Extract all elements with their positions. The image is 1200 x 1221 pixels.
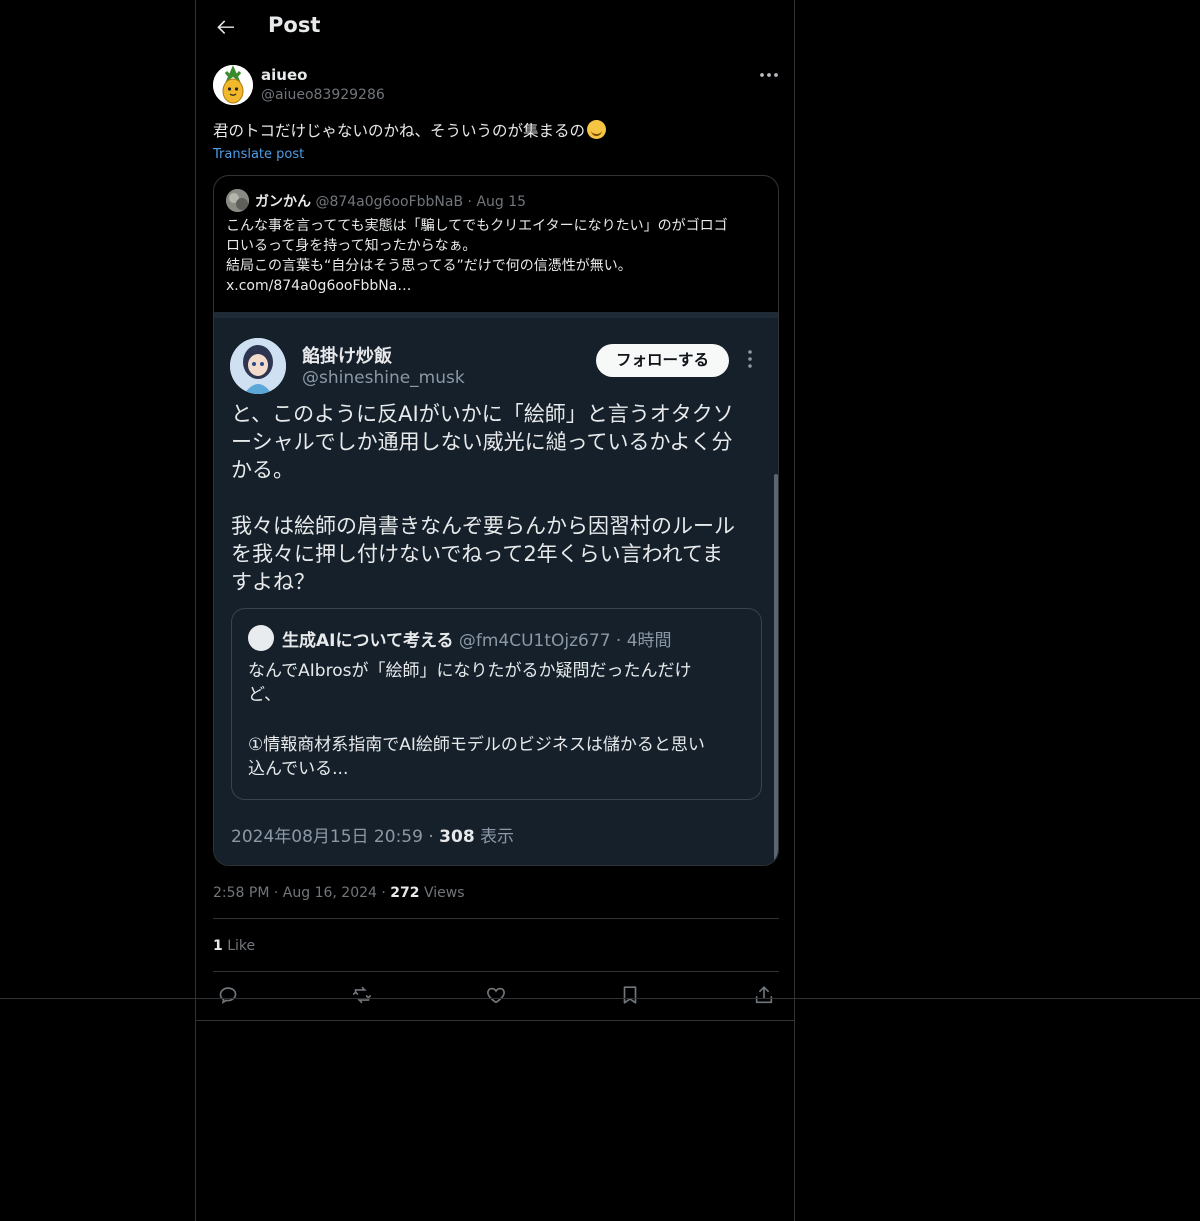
reply-button[interactable] [217,984,241,1008]
page-title: Post [268,13,321,37]
quoted-author-avatar[interactable] [226,189,249,212]
meta-separator: · [273,885,279,901]
inner-quote-line: なんでAIbrosが「絵師」になりたがるか疑問だったんだけ [248,661,692,681]
quoted-text-line: ロいるって身を持って知ったからなぁ。 [226,238,477,254]
arrow-left-icon [217,20,234,34]
divider [213,971,779,972]
screenshot-author-handle: @shineshine_musk [302,368,465,388]
bookmark-icon [623,986,637,1004]
pineapple-avatar-icon [213,65,253,105]
more-horizontal-icon [760,73,778,77]
screenshot-datetime: 2024年08月15日 20:59 [231,827,423,847]
anime-avatar-icon [230,338,286,394]
inner-quote-meta: 生成AIについて考える @fm4CU1tOjz677 · 4時間 [282,626,672,651]
quoted-post-text: こんな事を言ってても実態は「騙してでもクリエイターになりたい」のがゴロゴ ロいる… [226,216,768,296]
views-label: Views [423,885,465,901]
page-header: Post [196,0,794,54]
share-icon [755,986,773,1004]
inner-quote-author-name: 生成AIについて考える [282,631,454,651]
meta-separator: · [428,827,434,847]
face-with-hand-over-mouth-emoji-icon [587,120,607,139]
translate-post-link[interactable]: Translate post [213,147,304,162]
author-handle[interactable]: @aiueo83929286 [261,87,385,103]
like-button[interactable] [485,984,509,1008]
inner-quote-handle: @fm4CU1tOjz677 [458,631,611,651]
quoted-post-date: Aug 15 [476,194,527,210]
likes-link[interactable]: 1 Like [213,938,255,954]
post-date[interactable]: Aug 16, 2024 [283,885,377,901]
screenshot-footer: 2024年08月15日 20:59 · 308 表示 [231,822,514,847]
bookmark-button[interactable] [619,984,643,1008]
screenshot-text-line: すよね？ [231,570,315,594]
repost-icon [352,986,372,1004]
column-bottom-border [196,1020,794,1021]
meta-separator: · [381,885,386,901]
author-avatar[interactable] [213,65,253,105]
share-button[interactable] [753,984,777,1008]
screenshot-text-line: 我々は絵師の肩書きなんぞ要らんから因習村のルール [231,514,735,538]
likes-count: 1 [213,938,223,954]
quoted-author-handle[interactable]: @874a0g6ooFbbNaB [315,194,463,210]
screenshot-text-line: と、このように反AIがいかに「絵師」と言うオタクソ [231,402,734,426]
repost-button[interactable] [351,984,375,1008]
views-count: 272 [390,885,420,901]
screenshot-views-label: 表示 [480,827,515,847]
meta-separator: · [467,194,472,210]
post-metadata: 2:58 PM · Aug 16, 2024 · 272 Views [213,885,465,901]
author-name[interactable]: aiueo [261,66,307,84]
inner-quote-time: 4時間 [626,631,672,651]
divider [213,918,779,919]
screenshot-author-avatar [230,338,286,394]
inner-quote-text: なんでAIbrosが「絵師」になりたがるか疑問だったんだけ ど、 ①情報商材系指… [248,659,748,781]
quoted-text-line: 結局この言葉も“自分はそう思ってる”だけで何の信憑性が無い。 [226,258,632,274]
inner-quote-line: 込んでいる... [248,759,349,779]
more-options-button[interactable] [758,66,780,84]
action-bar [196,984,794,1008]
inner-quote-line: ど、 [248,685,282,705]
post-column: Post aiueo @aiueo83929286 君のトコだけじゃないのかね、… [195,0,795,1221]
screenshot-more-icon [746,348,754,370]
screenshot-post-text: と、このように反AIがいかに「絵師」と言うオタクソ ーシャルでしか通用しない威光… [231,400,766,596]
reply-icon [219,987,237,1005]
quoted-post-meta: ガンかん @874a0g6ooFbbNaB · Aug 15 [255,191,526,211]
screenshot-author-name: 餡掛け炒飯 [302,346,392,367]
post-time[interactable]: 2:58 PM [213,885,269,901]
quoted-text-line: こんな事を言ってても実態は「騙してでもクリエイターになりたい」のがゴロゴ [226,218,728,234]
back-button[interactable] [214,15,238,39]
inner-quote-avatar [248,625,274,651]
screenshot-follow-button: フォローする [596,344,729,377]
screenshot-views-count: 308 [439,827,475,847]
quoted-avatar-image-icon [226,189,249,212]
heart-icon [487,987,505,1004]
screenshot-scrollbar [774,474,778,864]
post-text-content: 君のトコだけじゃないのかね、そういうのが集まるの [213,122,586,140]
quoted-post[interactable]: ガンかん @874a0g6ooFbbNaB · Aug 15 こんな事を言ってて… [213,175,779,866]
likes-label: Like [227,938,256,954]
quoted-author-name[interactable]: ガンかん [255,194,311,210]
attached-screenshot-image[interactable]: 餡掛け炒飯 @shineshine_musk フォローする と、このように反AI… [214,312,778,865]
quoted-text-link[interactable]: x.com/874a0g6ooFbbNa… [226,276,768,296]
screenshot-text-line: かる。 [231,458,294,482]
post-text: 君のトコだけじゃないのかね、そういうのが集まるの [213,120,607,142]
screenshot-inner-quote: 生成AIについて考える @fm4CU1tOjz677 · 4時間 なんでAIbr… [231,608,762,800]
screenshot-text-line: ーシャルでしか通用しない威光に縋っているかよく分 [231,430,733,454]
screenshot-text-line: を我々に押し付けないでねって2年くらい言われてま [231,542,723,566]
horizontal-guide-line [0,998,1200,999]
inner-quote-line: ①情報商材系指南でAI絵師モデルのビジネスは儲かると思い [248,735,705,755]
meta-separator: · [615,631,622,651]
